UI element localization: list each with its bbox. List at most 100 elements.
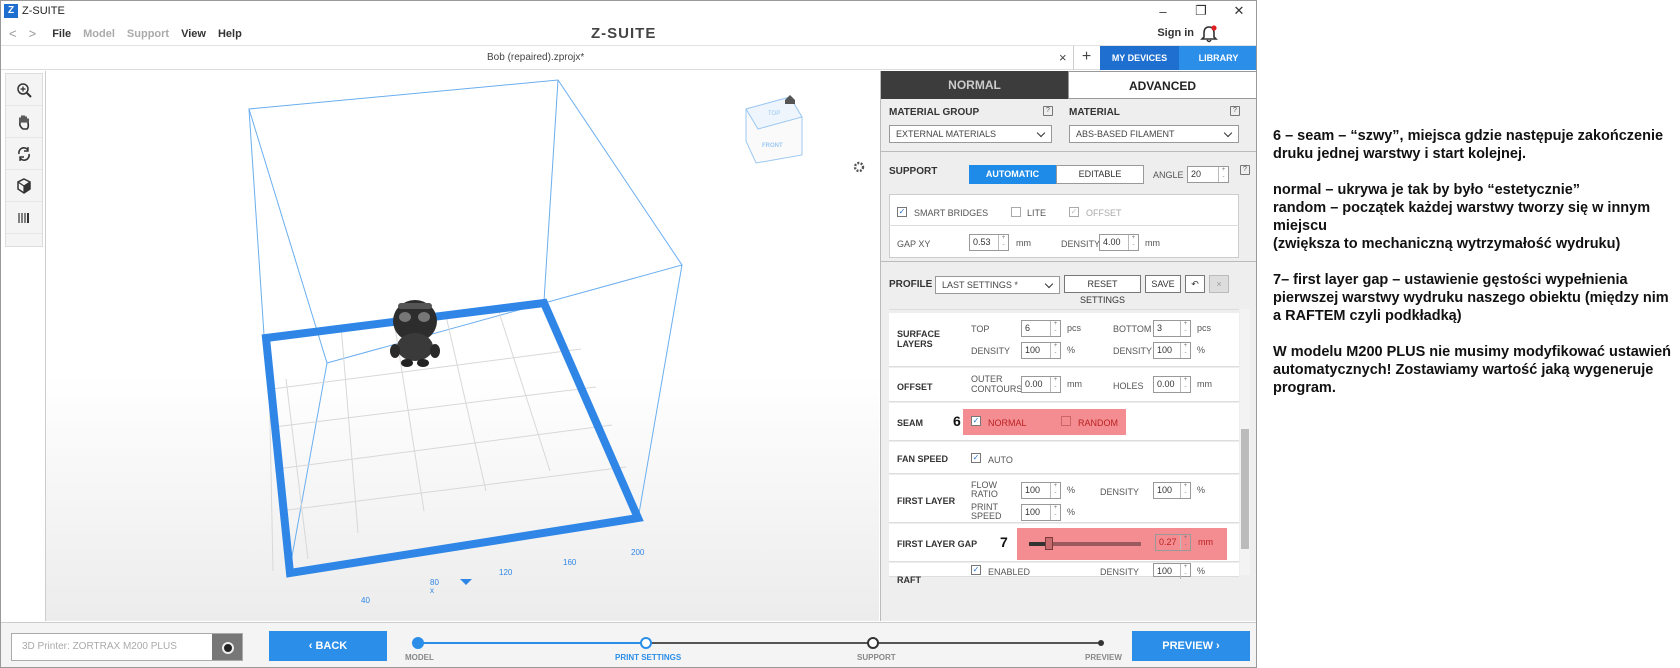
camera-icon[interactable] xyxy=(212,634,242,660)
menu-view[interactable]: View xyxy=(181,28,206,40)
material-label: MATERIAL xyxy=(1069,107,1120,118)
cube-front-label: FRONT xyxy=(762,143,783,149)
window-title: Z-SUITE xyxy=(22,5,65,17)
close-tab-icon[interactable]: × xyxy=(1059,50,1067,65)
material-group-label: MATERIAL GROUP xyxy=(889,107,980,118)
my-devices-button[interactable]: MY DEVICES xyxy=(1100,46,1179,70)
holes-label: HOLES xyxy=(1113,381,1144,391)
lite-checkbox[interactable] xyxy=(1011,207,1021,217)
save-profile-button[interactable]: SAVE xyxy=(1145,275,1181,293)
settings-scrollbar[interactable] xyxy=(1240,309,1250,575)
document-tab[interactable]: Bob (repaired).zprojx* xyxy=(487,52,584,63)
library-button[interactable]: LIBRARY xyxy=(1179,46,1256,70)
menu-file[interactable]: File xyxy=(52,28,71,40)
step-print-settings-icon[interactable] xyxy=(640,637,652,649)
step-support-icon[interactable] xyxy=(867,637,879,649)
smart-bridges-checkbox[interactable]: ✓ xyxy=(897,207,907,217)
print-speed-input[interactable]: 100 xyxy=(1021,504,1061,521)
support-density-input[interactable]: 4.00 xyxy=(1099,234,1139,251)
surface-layers-label-2: LAYERS xyxy=(897,339,933,349)
sign-in-link[interactable]: Sign in xyxy=(1157,27,1194,39)
view-cube[interactable]: TOP FRONT xyxy=(745,96,803,164)
undo-profile-button[interactable]: ↶ xyxy=(1185,275,1205,293)
material-group-help-icon[interactable]: ? xyxy=(1043,106,1053,116)
hand-icon xyxy=(19,114,30,130)
layers-tool[interactable] xyxy=(6,202,42,234)
top-layers-input[interactable]: 6 xyxy=(1021,320,1061,337)
note-normal: normal – ukrywa je tak by było “estetycz… xyxy=(1273,182,1581,198)
gap-xy-input[interactable]: 0.53 xyxy=(969,234,1009,251)
model-figure[interactable] xyxy=(390,300,440,367)
fan-auto-checkbox[interactable]: ✓ xyxy=(971,453,981,463)
material-select[interactable]: ABS-BASED FILAMENT xyxy=(1069,125,1239,143)
tab-normal[interactable]: NORMAL xyxy=(881,71,1068,99)
fan-auto-label: AUTO xyxy=(988,455,1013,465)
support-editable-button[interactable]: EDITABLE xyxy=(1056,165,1144,184)
close-window-button[interactable]: ✕ xyxy=(1220,1,1256,21)
minimize-button[interactable]: – xyxy=(1144,1,1182,21)
holes-input[interactable]: 0.00 xyxy=(1153,376,1191,393)
menu-support[interactable]: Support xyxy=(127,28,169,40)
step-support-label: SUPPORT xyxy=(857,653,896,662)
first-layer-density-unit: % xyxy=(1197,485,1206,495)
material-group-select[interactable]: EXTERNAL MATERIALS xyxy=(889,125,1052,143)
step-preview-icon[interactable] xyxy=(1098,640,1104,646)
top-density-input[interactable]: 100 xyxy=(1021,342,1061,359)
raft-enabled-checkbox[interactable]: ✓ xyxy=(971,565,981,575)
app-logo-icon: Z xyxy=(4,4,18,18)
gap-xy-unit: mm xyxy=(1016,238,1031,248)
zoom-tool[interactable] xyxy=(6,74,42,106)
tab-advanced[interactable]: ADVANCED xyxy=(1068,71,1256,99)
menu-help[interactable]: Help xyxy=(218,28,242,40)
top-layers-label: TOP xyxy=(971,324,990,334)
first-layer-gap-marker: 7 xyxy=(1000,534,1008,550)
angle-input[interactable]: 20 xyxy=(1187,166,1229,183)
flow-ratio-input[interactable]: 100 xyxy=(1021,482,1061,499)
offset-checkbox[interactable]: ✓ xyxy=(1069,207,1079,217)
delete-profile-button[interactable]: × xyxy=(1209,275,1229,293)
preview-button[interactable]: PREVIEW › xyxy=(1132,631,1250,661)
view-cube-tool[interactable] xyxy=(6,170,42,202)
printer-field[interactable]: 3D Printer: ZORTRAX M200 PLUS xyxy=(11,633,243,661)
bottom-density-input[interactable]: 100 xyxy=(1153,342,1191,359)
material-help-icon[interactable]: ? xyxy=(1230,106,1240,116)
menu-model[interactable]: Model xyxy=(83,28,115,40)
bell-icon[interactable] xyxy=(1200,25,1218,43)
back-button[interactable]: ‹ BACK xyxy=(269,631,387,661)
printer-placeholder: 3D Printer: ZORTRAX M200 PLUS xyxy=(22,641,177,652)
forward-nav-icon[interactable]: > xyxy=(29,26,37,41)
scrollbar-thumb[interactable] xyxy=(1241,429,1249,549)
raft-density-label: DENSITY xyxy=(1100,567,1140,577)
step-preview-label: PREVIEW xyxy=(1085,653,1122,662)
restore-button[interactable]: ❐ xyxy=(1182,1,1220,21)
outer-contours-input[interactable]: 0.00 xyxy=(1021,376,1061,393)
seam-random-checkbox[interactable] xyxy=(1061,416,1071,426)
settings-panel: NORMAL ADVANCED MATERIAL GROUP ? EXTERNA… xyxy=(880,71,1256,621)
add-tab-button[interactable]: + xyxy=(1073,46,1099,70)
pan-tool[interactable] xyxy=(6,106,42,138)
outer-contours-unit: mm xyxy=(1067,379,1082,389)
back-nav-icon[interactable]: < xyxy=(9,26,17,41)
axis-tick: 160 xyxy=(563,558,577,567)
first-layer-density-input[interactable]: 100 xyxy=(1153,482,1191,499)
raft-density-input[interactable]: 100 xyxy=(1153,563,1191,579)
gear-icon[interactable] xyxy=(853,161,865,173)
support-automatic-button[interactable]: AUTOMATIC xyxy=(969,165,1056,184)
bottom-layers-label: BOTTOM xyxy=(1113,324,1152,334)
first-layer-gap-slider-thumb[interactable] xyxy=(1045,537,1053,550)
profile-select[interactable]: LAST SETTINGS * xyxy=(935,276,1060,294)
axis-tick: 200 xyxy=(631,548,645,557)
rotate-tool[interactable] xyxy=(6,138,42,170)
reset-settings-button[interactable]: RESET SETTINGS xyxy=(1064,275,1141,305)
step-model-icon[interactable] xyxy=(412,637,424,649)
3d-viewport[interactable]: x 40 80 120 160 200 TOP FRONT xyxy=(45,71,879,621)
home-icon[interactable] xyxy=(785,95,795,104)
bottom-layers-input[interactable]: 3 xyxy=(1153,320,1191,337)
surface-layers-label-1: SURFACE xyxy=(897,329,941,339)
rotate-icon xyxy=(18,146,30,161)
first-layer-gap-input[interactable]: 0.27 xyxy=(1155,534,1191,551)
seam-label: SEAM xyxy=(897,418,924,428)
seam-normal-checkbox[interactable]: ✓ xyxy=(971,416,981,426)
support-help-icon[interactable]: ? xyxy=(1240,165,1250,175)
title-bar: Z Z-SUITE – ❐ ✕ xyxy=(1,1,1256,21)
